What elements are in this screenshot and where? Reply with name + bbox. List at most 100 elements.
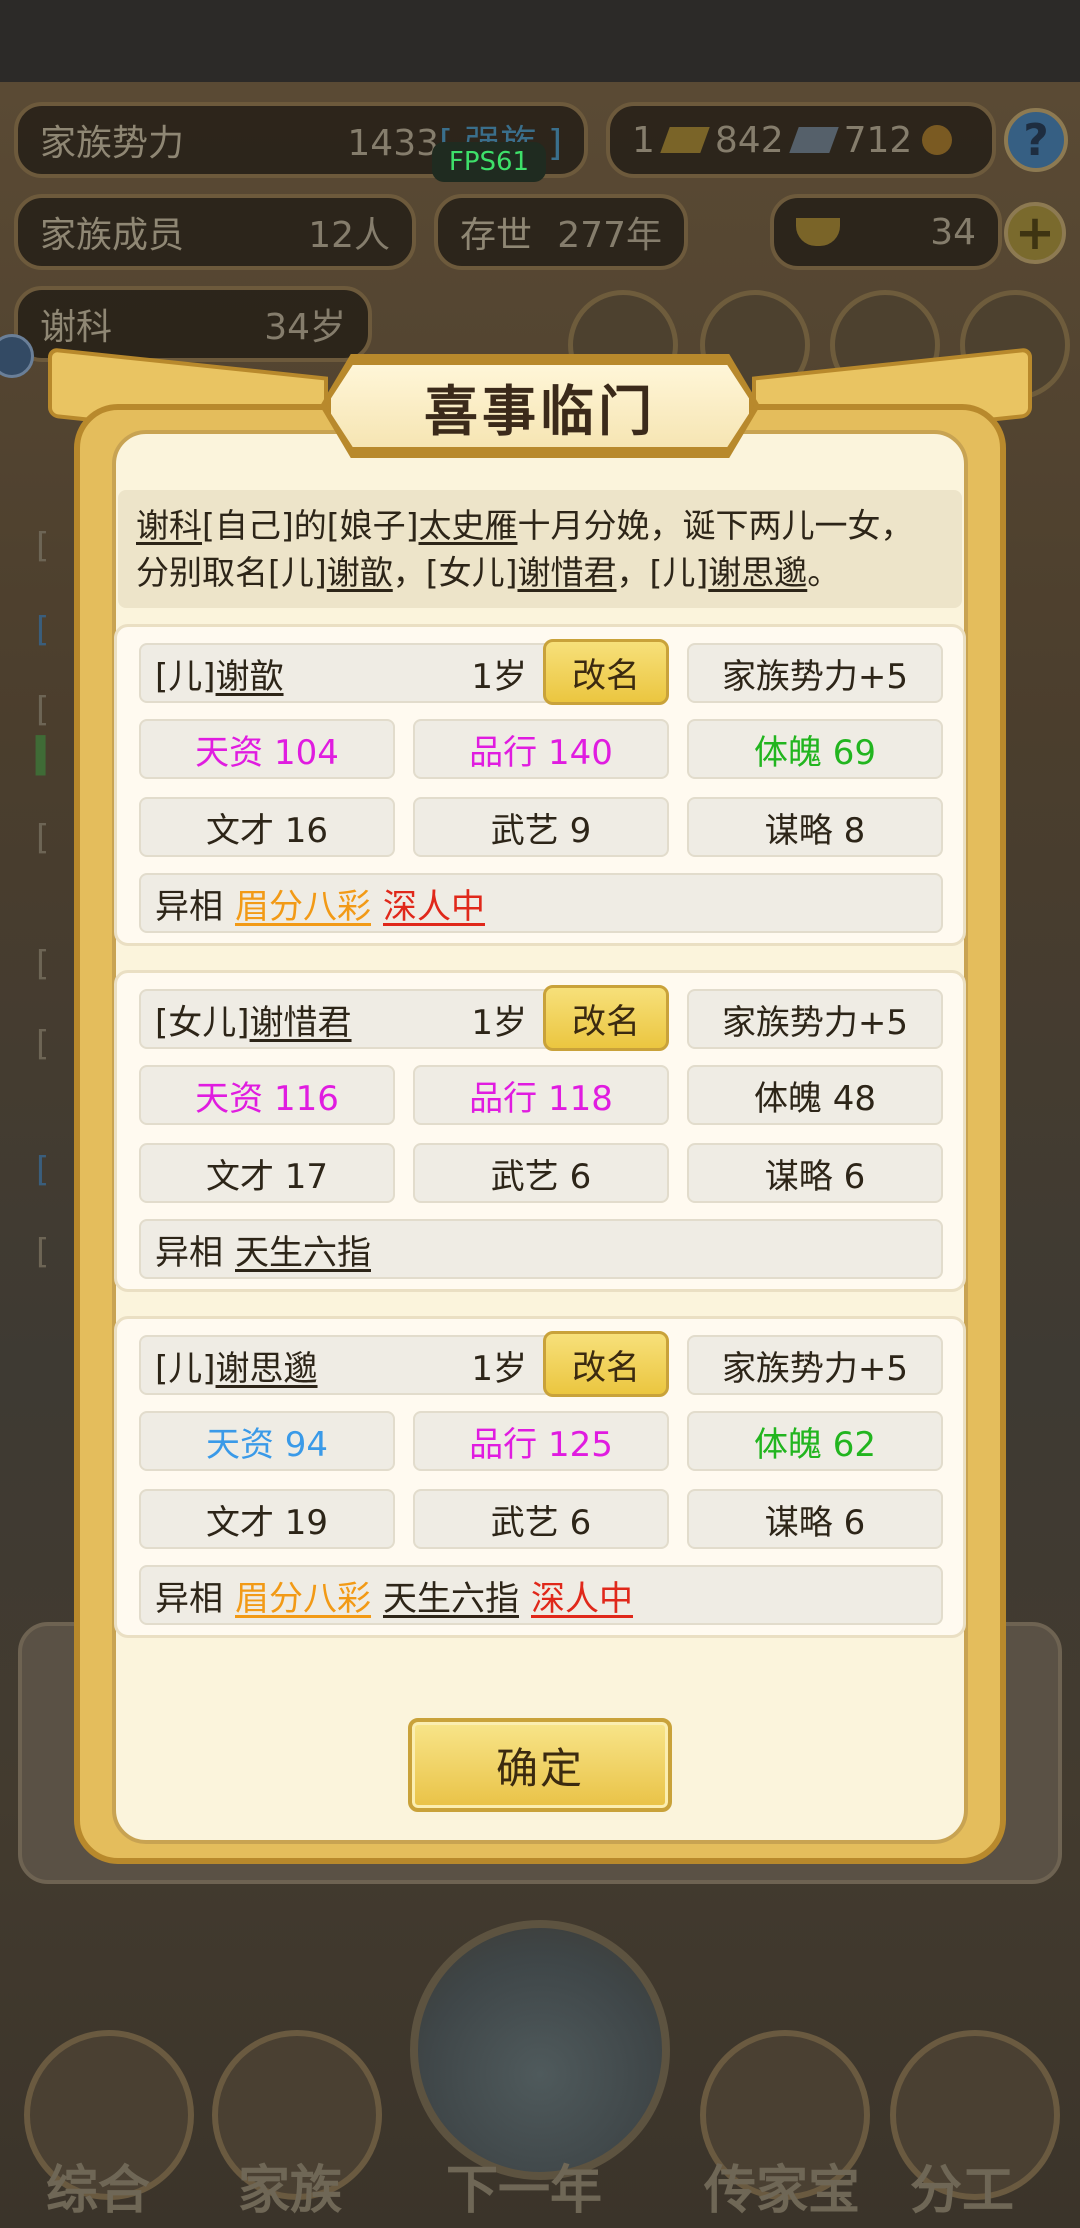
trait-link[interactable]: 深人中 [531,1571,633,1620]
person-name: 谢科 [40,307,113,348]
nav-label-heirloom: 传家宝 [704,2160,861,2221]
stat-aptitude: 天资 94 [139,1411,395,1471]
child-card: [儿]谢歆 1岁 改名 家族势力+5 天资 104 品行 140 体魄 69 文… [114,624,966,946]
bg-log-mark: ▍ [36,736,63,776]
bg-log-mark: [ [36,1024,50,1064]
family-power-bonus: 家族势力+5 [687,989,943,1049]
stat-martial: 武艺 9 [413,797,669,857]
bg-log-mark: [ [36,526,50,566]
message-line-1: 谢科[自己]的[娘子]太史雁十月分娩，诞下两儿一女， [136,502,944,549]
traits-row: 异相 天生六指 [139,1219,943,1279]
traits-label: 异相 [155,1578,223,1619]
child-age: 1岁 [471,656,527,697]
child-relation-name[interactable]: [儿]谢思邈 [155,1341,318,1390]
resources-box: 1 842 712 [606,102,996,178]
message-text: 分别取名[儿] [136,553,327,592]
child-relation-name[interactable]: [女儿]谢惜君 [155,995,352,1044]
bg-log-mark: [ [36,1150,50,1190]
existence-label: 存世 [460,215,533,256]
gold-ingot-icon [796,218,840,246]
bg-log-mark: [ [36,818,50,858]
trait-link[interactable]: 眉分八彩 [235,879,371,928]
rename-button[interactable]: 改名 [543,985,669,1051]
stat-martial: 武艺 6 [413,1489,669,1549]
child-age: 1岁 [471,1002,527,1043]
help-icon: ? [1004,108,1068,172]
title-banner: 喜事临门 [326,360,754,452]
stat-conduct: 品行 125 [413,1411,669,1471]
stat-strategy: 谋略 6 [687,1489,943,1549]
stat-strategy: 谋略 6 [687,1143,943,1203]
family-power-bonus: 家族势力+5 [687,643,943,703]
message-text: 十月分娩，诞下两儿一女， [517,506,914,545]
stat-conduct: 品行 140 [413,719,669,779]
child-card: [女儿]谢惜君 1岁 改名 家族势力+5 天资 116 品行 118 体魄 48… [114,970,966,1292]
message-text: ，[女儿] [392,553,518,592]
trait-link[interactable]: 天生六指 [235,1225,371,1274]
stat-martial: 武艺 6 [413,1143,669,1203]
message-text: 。 [807,553,841,592]
message-line-2: 分别取名[儿]谢歆，[女儿]谢惜君，[儿]谢思邈。 [136,549,944,596]
message-text: [自己]的[娘子] [202,506,419,545]
message-link-self[interactable]: 谢科 [136,506,202,545]
family-members-label: 家族成员 [40,215,185,256]
stat-physique: 体魄 62 [687,1411,943,1471]
rename-button[interactable]: 改名 [543,639,669,705]
event-message: 谢科[自己]的[娘子]太史雁十月分娩，诞下两儿一女， 分别取名[儿]谢歆，[女儿… [118,490,962,608]
child-card: [儿]谢思邈 1岁 改名 家族势力+5 天资 94 品行 125 体魄 62 文… [114,1316,966,1638]
trait-link[interactable]: 眉分八彩 [235,1571,371,1620]
gold-ingot-box: 34 [770,194,1002,270]
add-icon: + [1004,202,1066,264]
trait-link[interactable]: 深人中 [383,879,485,928]
stat-aptitude: 天资 116 [139,1065,395,1125]
family-power-label: 家族势力 [40,123,185,164]
gold-bar-icon [660,127,710,153]
nav-label-family: 家族 [238,2160,343,2221]
fps-counter: FPS61 [432,142,546,182]
resource-2-value: 842 [714,119,784,161]
family-members-value: 12人 [308,215,390,256]
message-link-child-1[interactable]: 谢歆 [327,553,393,592]
resource-3-value: 712 [843,119,913,161]
traits-label: 异相 [155,1232,223,1273]
child-relation-name[interactable]: [儿]谢歆 [155,649,284,698]
trait-link[interactable]: 天生六指 [383,1571,519,1620]
traits-row: 异相 眉分八彩 天生六指 深人中 [139,1565,943,1625]
bg-log-mark: [ [36,944,50,984]
status-bar [0,0,1080,82]
stat-literary: 文才 16 [139,797,395,857]
family-power-bonus: 家族势力+5 [687,1335,943,1395]
message-link-child-3[interactable]: 谢思邈 [708,553,807,592]
existence-value: 277年 [557,215,662,256]
stat-physique: 体魄 69 [687,719,943,779]
resource-1-value: 1 [632,119,655,161]
confirm-button[interactable]: 确定 [408,1718,672,1812]
existence-box: 存世 277年 [434,194,688,270]
nav-label-division: 分工 [910,2160,1015,2221]
bg-log-mark: [ [36,610,50,650]
stat-physique: 体魄 48 [687,1065,943,1125]
nav-label-general: 综合 [46,2160,151,2221]
message-text: ，[儿] [616,553,709,592]
nav-next-year-icon [410,1920,670,2180]
child-age: 1岁 [471,1348,527,1389]
nav-label-next-year: 下一年 [446,2160,603,2221]
person-age: 34岁 [264,307,346,348]
stat-aptitude: 天资 104 [139,719,395,779]
message-link-child-2[interactable]: 谢惜君 [518,553,617,592]
coin-icon [922,125,953,155]
gold-ingot-value: 34 [930,211,976,253]
bg-log-mark: [ [36,690,50,730]
stat-literary: 文才 17 [139,1143,395,1203]
traits-label: 异相 [155,886,223,927]
dialog-title: 喜事临门 [424,378,656,443]
family-members-box: 家族成员 12人 [14,194,416,270]
stat-strategy: 谋略 8 [687,797,943,857]
traits-row: 异相 眉分八彩 深人中 [139,873,943,933]
bg-log-mark: [ [36,1232,50,1272]
stat-literary: 文才 19 [139,1489,395,1549]
silver-bar-icon [788,127,839,153]
message-link-wife[interactable]: 太史雁 [419,506,518,545]
stat-conduct: 品行 118 [413,1065,669,1125]
rename-button[interactable]: 改名 [543,1331,669,1397]
